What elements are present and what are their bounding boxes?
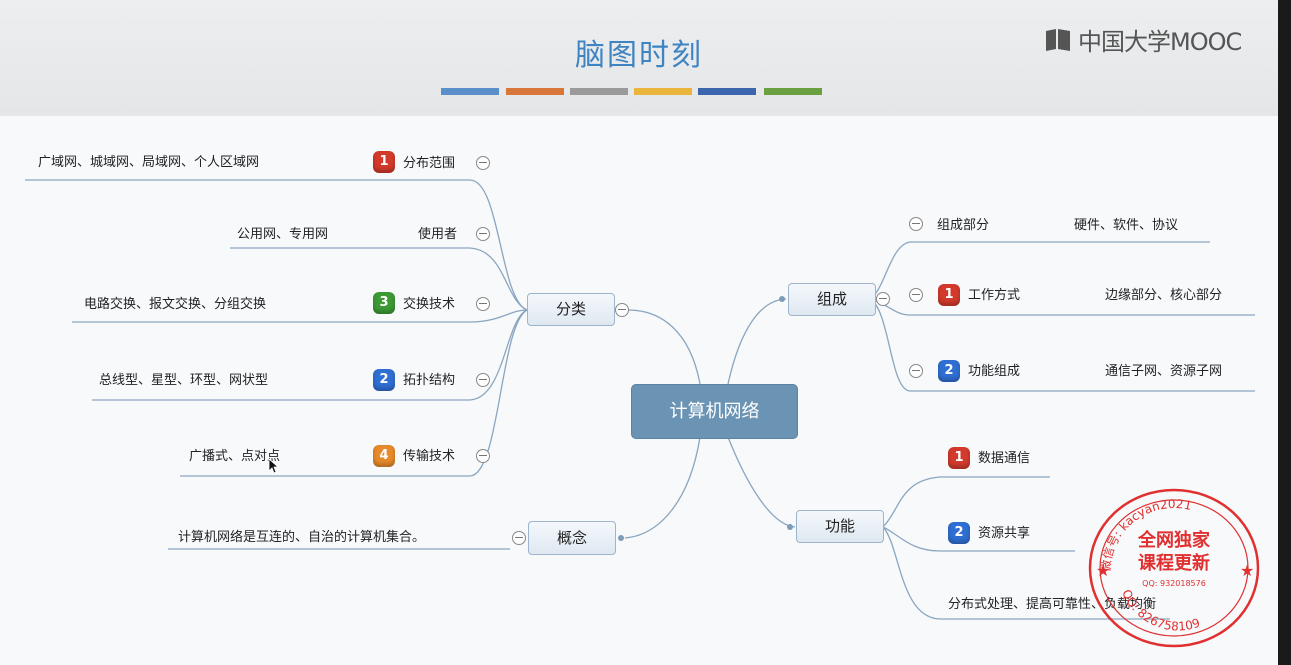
classification-item-5[interactable]: 传输技术 <box>403 449 455 465</box>
collapse-toggle-icon[interactable] <box>476 297 490 311</box>
priority-1-icon: 1 <box>938 284 960 306</box>
priority-1-icon: 1 <box>373 151 395 173</box>
classification-item-4[interactable]: 拓扑结构 <box>403 373 455 389</box>
collapse-toggle-icon[interactable] <box>476 373 490 387</box>
priority-2-icon: 2 <box>938 360 960 382</box>
function-item-1[interactable]: 数据通信 <box>978 451 1030 467</box>
collapse-toggle-icon[interactable] <box>615 303 629 317</box>
concept-detail: 计算机网络是互连的、自治的计算机集合。 <box>178 530 426 545</box>
root-node[interactable]: 计算机网络 <box>631 384 798 439</box>
composition-detail-2: 边缘部分、核心部分 <box>1105 288 1223 303</box>
stamp-line-1: 全网独家 <box>1137 529 1211 551</box>
classification-item-2[interactable]: 使用者 <box>418 227 457 243</box>
collapse-toggle-icon[interactable] <box>909 364 923 378</box>
collapse-toggle-icon[interactable] <box>476 156 490 170</box>
composition-item-1[interactable]: 组成部分 <box>937 218 989 234</box>
branch-classification[interactable]: 分类 <box>527 293 615 326</box>
priority-2-icon: 2 <box>373 369 395 391</box>
collapse-toggle-icon[interactable] <box>909 288 923 302</box>
watermark-stamp: 微信号: kacyan2021 QQ: 826758109 全网独家 课程更新 … <box>1082 480 1266 648</box>
composition-item-3[interactable]: 功能组成 <box>968 364 1020 380</box>
branch-concept[interactable]: 概念 <box>528 521 616 555</box>
stamp-star-icon: ★ <box>1096 561 1110 580</box>
classification-detail-3: 电路交换、报文交换、分组交换 <box>84 297 267 312</box>
mouse-cursor-icon <box>268 458 280 474</box>
slide: 脑图时刻 中国大学MOOC 计算机网络 分类 广域网、城域网、局域网、个人区域网… <box>0 0 1278 665</box>
collapse-toggle-icon[interactable] <box>909 217 923 231</box>
stamp-star-icon: ★ <box>1240 561 1254 580</box>
priority-3-icon: 3 <box>373 292 395 314</box>
collapse-toggle-icon[interactable] <box>476 449 490 463</box>
classification-item-1[interactable]: 分布范围 <box>403 156 455 172</box>
composition-item-2[interactable]: 工作方式 <box>968 288 1020 304</box>
stamp-line-2: 课程更新 <box>1138 552 1210 574</box>
collapse-toggle-icon[interactable] <box>476 227 490 241</box>
stamp-small-text: QQ: 932018576 <box>1142 579 1206 588</box>
classification-detail-5: 广播式、点对点 <box>189 449 281 464</box>
svg-text:QQ: 826758109: QQ: 826758109 <box>1119 587 1202 633</box>
priority-1-icon: 1 <box>948 447 970 469</box>
composition-detail-3: 通信子网、资源子网 <box>1105 364 1223 379</box>
branch-composition[interactable]: 组成 <box>788 283 876 316</box>
classification-item-3[interactable]: 交换技术 <box>403 297 455 313</box>
branch-function[interactable]: 功能 <box>796 510 884 543</box>
collapse-toggle-icon[interactable] <box>876 292 890 306</box>
composition-detail-1: 硬件、软件、协议 <box>1074 218 1179 233</box>
classification-detail-1: 广域网、城域网、局域网、个人区域网 <box>38 155 260 170</box>
classification-detail-2: 公用网、专用网 <box>237 227 329 242</box>
classification-detail-4: 总线型、星型、环型、网状型 <box>99 373 269 388</box>
priority-2-icon: 2 <box>948 522 970 544</box>
priority-4-icon: 4 <box>373 445 395 467</box>
collapse-toggle-icon[interactable] <box>512 531 526 545</box>
function-item-2[interactable]: 资源共享 <box>978 526 1030 542</box>
stamp-bottom-text: QQ: 826758109 <box>1119 587 1202 633</box>
